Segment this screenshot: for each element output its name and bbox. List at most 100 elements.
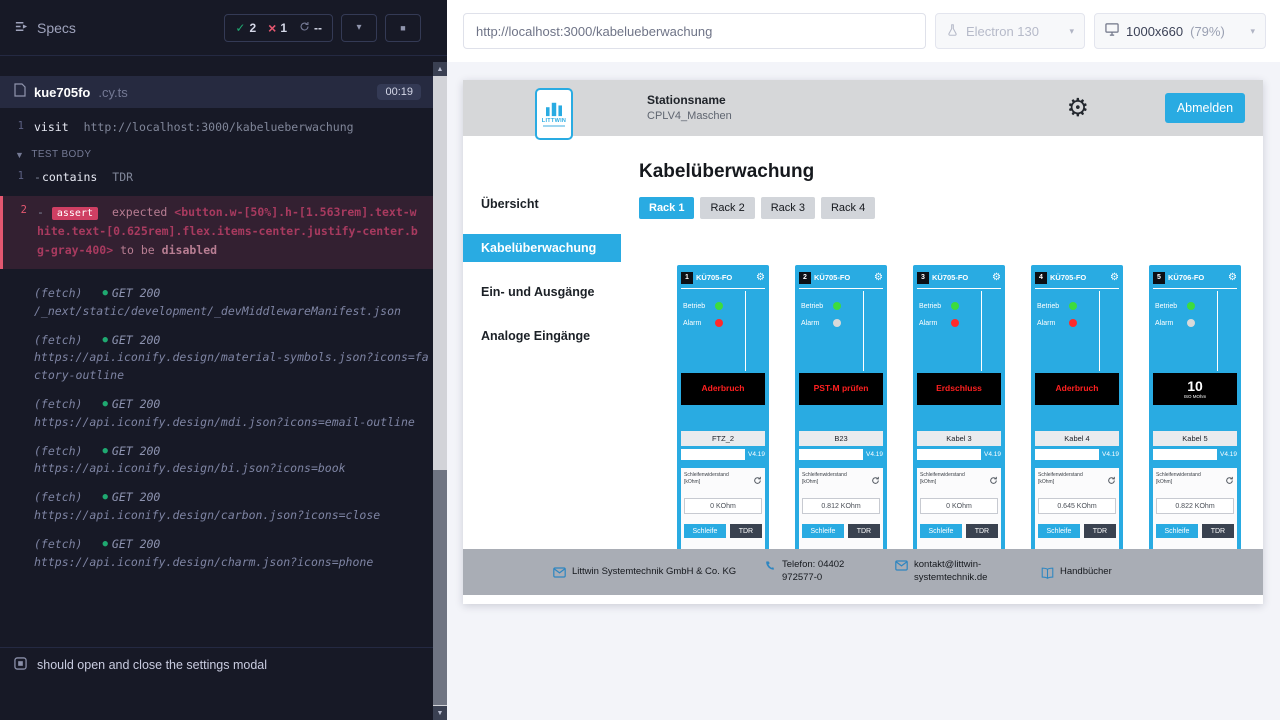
failed-x-icon: × <box>268 20 276 36</box>
tab-rack-1[interactable]: Rack 1 <box>639 197 694 219</box>
tdr-button[interactable]: TDR <box>1202 524 1234 538</box>
mail-icon <box>553 567 566 578</box>
fetch-url: https://api.iconify.design/charm.json?ic… <box>34 554 433 572</box>
nav-item-uebersicht[interactable]: Übersicht <box>463 190 621 218</box>
alarm-label: Alarm <box>1037 320 1069 327</box>
command-visit[interactable]: 1 visit http://localhost:3000/kabelueber… <box>0 116 433 139</box>
runner-scrollbar[interactable]: ▲ ▼ <box>433 62 447 720</box>
card-number-badge: 3 <box>917 272 929 284</box>
schleife-button[interactable]: Schleife <box>1038 524 1080 538</box>
refresh-measure-icon[interactable] <box>989 472 998 490</box>
alarm-led <box>715 319 723 327</box>
tdr-button[interactable]: TDR <box>966 524 998 538</box>
station-name: Stationsname CPLV4_Maschen <box>647 93 732 123</box>
footer-phone[interactable]: Telefon: 04402 972577-0 <box>764 559 869 585</box>
stop-button[interactable]: ■ <box>385 14 421 42</box>
browser-selector[interactable]: Electron 130 ▾ <box>935 13 1085 49</box>
phone-icon <box>764 560 776 572</box>
scroll-down-arrow[interactable]: ▼ <box>433 706 447 720</box>
fetch-log-entry[interactable]: (fetch) ● GET 200 /_next/static/developm… <box>0 285 433 321</box>
fetch-log-entry[interactable]: (fetch) ● GET 200 https://api.iconify.de… <box>0 396 433 432</box>
refresh-measure-icon[interactable] <box>753 472 762 490</box>
refresh-measure-icon[interactable] <box>1107 472 1116 490</box>
viewport-size: 1000x660 <box>1126 24 1183 39</box>
spec-file-header[interactable]: kue705fo .cy.ts 00:19 <box>0 76 433 108</box>
card-gear-icon[interactable]: ⚙ <box>1110 273 1119 283</box>
next-test-item[interactable]: should open and close the settings modal <box>0 647 433 682</box>
fetch-log-entry[interactable]: (fetch) ● GET 200 https://api.iconify.de… <box>0 489 433 525</box>
monitor-icon <box>1105 23 1119 39</box>
footer-email[interactable]: kontakt@littwin-systemtechnik.de <box>895 559 1015 585</box>
command-assert-failed[interactable]: 2 assert expected <button.w-[50%].h-[1.5… <box>0 196 433 269</box>
cable-name-field: Kabel 4 <box>1035 431 1119 446</box>
collapse-chevron-button[interactable]: ▾ <box>341 14 377 42</box>
device-card: 4 KÜ705-FO ⚙ Betrieb Alarm <box>1031 265 1123 579</box>
status-text: Erdschluss <box>936 384 982 393</box>
command-contains[interactable]: 1 contains TDR <box>0 166 433 189</box>
alarm-label: Alarm <box>919 320 951 327</box>
settings-gear-icon[interactable]: ⚙ <box>1067 96 1089 121</box>
test-body-section[interactable]: ▼ TEST BODY <box>0 139 433 166</box>
tab-rack-4[interactable]: Rack 4 <box>821 197 875 219</box>
fetch-status: GET 200 <box>112 396 160 414</box>
alarm-led <box>951 319 959 327</box>
url-display[interactable]: http://localhost:3000/kabelueberwachung <box>463 13 926 49</box>
input-strip <box>1153 449 1217 460</box>
viewport-zoom: (79%) <box>1190 24 1225 39</box>
tab-rack-3[interactable]: Rack 3 <box>761 197 815 219</box>
refresh-measure-icon[interactable] <box>1225 472 1234 490</box>
status-dot-icon: ● <box>102 334 107 348</box>
fetch-status: GET 200 <box>112 536 160 554</box>
fetch-log-entry[interactable]: (fetch) ● GET 200 https://api.iconify.de… <box>0 536 433 572</box>
resistance-label: Schleifenwiderstand [kOhm] <box>920 472 978 486</box>
spec-name: kue705fo <box>34 85 90 100</box>
logout-button[interactable]: Abmelden <box>1165 93 1245 123</box>
refresh-icon <box>299 21 310 35</box>
device-card: 1 KÜ705-FO ⚙ Betrieb Alarm <box>677 265 769 579</box>
schleife-button[interactable]: Schleife <box>920 524 962 538</box>
divider <box>863 291 864 371</box>
tdr-button[interactable]: TDR <box>1084 524 1116 538</box>
scroll-thumb[interactable] <box>433 470 447 705</box>
status-subtext: ISO MOhm <box>1184 394 1207 399</box>
runner-header: Specs ✓ 2 × 1 -- ▾ ■ <box>0 0 447 56</box>
schleife-button[interactable]: Schleife <box>1156 524 1198 538</box>
betrieb-label: Betrieb <box>1037 303 1069 310</box>
refresh-measure-icon[interactable] <box>871 472 880 490</box>
card-gear-icon[interactable]: ⚙ <box>1228 273 1237 283</box>
test-icon <box>14 657 27 673</box>
command-name: contains <box>34 170 97 184</box>
cypress-runner-panel: Specs ✓ 2 × 1 -- ▾ ■ <box>0 0 447 720</box>
fetch-label: (fetch) <box>34 285 82 303</box>
cable-name-field: B23 <box>799 431 883 446</box>
fetch-log-entry[interactable]: (fetch) ● GET 200 https://api.iconify.de… <box>0 443 433 479</box>
specs-button[interactable]: Specs <box>14 19 76 37</box>
scroll-up-arrow[interactable]: ▲ <box>433 62 447 76</box>
nav-item-analoge-eingaenge[interactable]: Analoge Eingänge <box>463 322 621 350</box>
tab-rack-2[interactable]: Rack 2 <box>700 197 754 219</box>
card-gear-icon[interactable]: ⚙ <box>874 273 883 283</box>
resistance-label: Schleifenwiderstand [kOhm] <box>802 472 860 486</box>
schleife-button[interactable]: Schleife <box>802 524 844 538</box>
input-strip <box>1035 449 1099 460</box>
nav-item-kabelueberwachung[interactable]: Kabelüberwachung <box>463 234 621 262</box>
card-gear-icon[interactable]: ⚙ <box>756 273 765 283</box>
divider <box>745 291 746 371</box>
resistance-label: Schleifenwiderstand [kOhm] <box>1156 472 1214 486</box>
nav-item-ein-und-ausgaenge[interactable]: Ein- und Ausgänge <box>463 278 621 306</box>
card-gear-icon[interactable]: ⚙ <box>992 273 1001 283</box>
assert-message: assert expected <button.w-[50%].h-[1.563… <box>37 203 421 260</box>
tdr-button[interactable]: TDR <box>730 524 762 538</box>
viewport-selector[interactable]: 1000x660 (79%) ▾ <box>1094 13 1266 49</box>
specs-label: Specs <box>37 20 76 36</box>
tdr-button[interactable]: TDR <box>848 524 880 538</box>
test-stats[interactable]: ✓ 2 × 1 -- <box>224 14 333 42</box>
pending-count: -- <box>314 21 322 35</box>
footer-company[interactable]: Littwin Systemtechnik GmbH & Co. KG <box>553 566 738 579</box>
command-number: 1 <box>0 169 34 186</box>
fetch-log-entry[interactable]: (fetch) ● GET 200 https://api.iconify.de… <box>0 332 433 385</box>
command-arg: http://localhost:3000/kabelueberwachung <box>84 120 354 134</box>
schleife-button[interactable]: Schleife <box>684 524 726 538</box>
footer-manuals[interactable]: Handbücher <box>1041 566 1112 579</box>
resistance-value: 0.822 KOhm <box>1156 498 1234 514</box>
